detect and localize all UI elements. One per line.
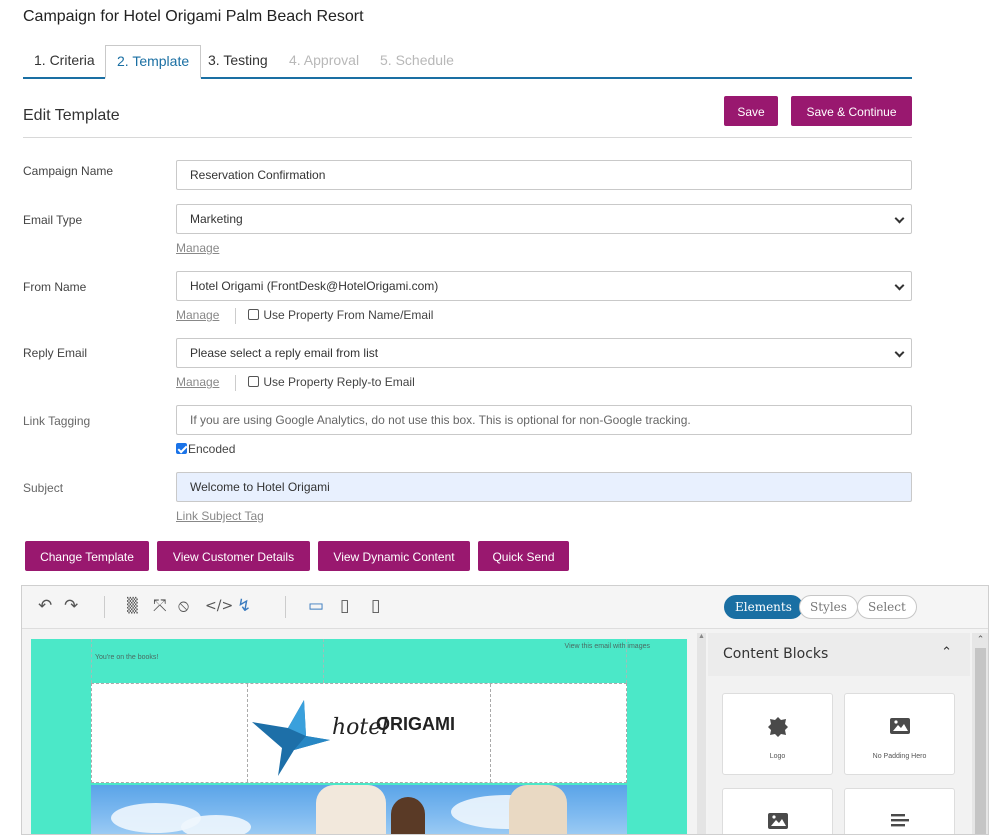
campaign-name-label: Campaign Name xyxy=(23,164,114,178)
grid-icon[interactable]: ▒ xyxy=(127,598,138,614)
step-tabs: 1. Criteria 2. Template 3. Testing 4. Ap… xyxy=(23,45,912,79)
subject-label: Subject xyxy=(23,481,64,495)
no-padding-hero-block[interactable]: No Padding Hero xyxy=(844,693,955,775)
link-tagging-label: Link Tagging xyxy=(23,414,91,428)
text-align-icon xyxy=(891,814,909,827)
quick-send-button[interactable]: Quick Send xyxy=(478,541,569,571)
section-title: Edit Template xyxy=(23,107,120,124)
separator xyxy=(235,308,237,324)
panel-scroll-up-icon[interactable]: ⌃ xyxy=(972,635,988,645)
logo-block-label: Logo xyxy=(769,753,786,760)
from-name-manage-link[interactable]: Manage xyxy=(176,308,219,322)
view-customer-details-button[interactable]: View Customer Details xyxy=(157,541,310,571)
bolt-icon[interactable]: ↯ xyxy=(237,596,251,616)
from-name-select[interactable]: Hotel Origami (FrontDesk@HotelOrigami.co… xyxy=(176,271,912,301)
image-icon xyxy=(890,718,910,734)
tab-schedule: 5. Schedule xyxy=(380,52,454,68)
from-name-helper: Manage Use Property From Name/Email xyxy=(176,308,433,324)
badge-icon xyxy=(768,717,788,737)
view-in-browser-text[interactable]: View this email with images xyxy=(565,643,650,650)
subject-input[interactable]: Welcome to Hotel Origami xyxy=(176,472,912,502)
template-editor: ↶ ↷ ▒ ⤧ ⦸ </> ↯ ▭ ▯ ▯ Elements Styles Se… xyxy=(21,585,989,835)
use-property-from-checkbox[interactable] xyxy=(248,309,260,321)
tablet-icon[interactable]: ▯ xyxy=(340,596,349,616)
tab-template[interactable]: 2. Template xyxy=(105,45,202,79)
fullscreen-icon[interactable]: ⤧ xyxy=(153,596,167,616)
mobile-icon[interactable]: ▯ xyxy=(371,596,380,616)
email-type-helper: Manage xyxy=(176,241,219,255)
person-shape xyxy=(509,785,567,834)
tab-criteria[interactable]: 1. Criteria xyxy=(23,45,106,77)
change-template-button[interactable]: Change Template xyxy=(25,541,149,571)
preheader-left-text: You're on the books! xyxy=(95,654,159,661)
undo-icon[interactable]: ↶ xyxy=(38,596,52,616)
campaign-name-input[interactable]: Reservation Confirmation xyxy=(176,160,912,190)
no-padding-hero-block-label: No Padding Hero xyxy=(872,753,927,760)
person-shape xyxy=(316,785,386,834)
styles-tab[interactable]: Styles xyxy=(799,595,858,619)
cloud-shape xyxy=(181,815,251,834)
use-property-reply-label: Use Property Reply-to Email xyxy=(263,375,415,390)
hide-icon[interactable]: ⦸ xyxy=(178,596,189,616)
content-blocks-header[interactable]: Content Blocks ⌃ xyxy=(708,633,970,676)
link-tagging-input[interactable]: If you are using Google Analytics, do no… xyxy=(176,405,912,435)
encoded-helper: Encoded xyxy=(176,442,235,456)
content-blocks-title: Content Blocks xyxy=(723,646,829,662)
reply-email-manage-link[interactable]: Manage xyxy=(176,375,219,389)
preheader-row[interactable] xyxy=(91,639,627,683)
reply-email-select[interactable]: Please select a reply email from list xyxy=(176,338,912,368)
toolbar-separator xyxy=(285,596,286,618)
elements-panel: Content Blocks ⌃ Logo No Padding Hero xyxy=(708,633,970,834)
encoded-label: Encoded xyxy=(188,442,236,456)
chevron-up-icon[interactable]: ⌃ xyxy=(941,645,952,660)
logo-cell[interactable]: hotel ORIGAMI xyxy=(247,684,491,782)
desktop-icon[interactable]: ▭ xyxy=(308,596,324,616)
editor-toolbar: ↶ ↷ ▒ ⤧ ⦸ </> ↯ ▭ ▯ ▯ Elements Styles Se… xyxy=(22,586,988,629)
use-property-reply-checkbox[interactable] xyxy=(248,376,260,388)
preheader-divider xyxy=(323,639,324,683)
section-divider xyxy=(23,137,912,138)
use-property-from-label: Use Property From Name/Email xyxy=(263,308,434,323)
toolbar-separator xyxy=(104,596,105,618)
elements-tab[interactable]: Elements xyxy=(724,595,803,619)
logo-wordmark-text: ORIGAMI xyxy=(376,714,455,734)
separator xyxy=(235,375,237,391)
image-block[interactable] xyxy=(722,788,833,834)
link-subject-tag-link[interactable]: Link Subject Tag xyxy=(176,509,264,523)
select-tab[interactable]: Select xyxy=(857,595,917,619)
code-icon[interactable]: </> xyxy=(205,598,233,614)
redo-icon[interactable]: ↷ xyxy=(64,596,78,616)
canvas-scrollbar[interactable] xyxy=(697,633,706,834)
tab-approval: 4. Approval xyxy=(289,52,360,68)
email-type-manage-link[interactable]: Manage xyxy=(176,241,219,255)
image-icon xyxy=(768,813,788,829)
save-continue-button[interactable]: Save & Continue xyxy=(791,96,912,126)
logo-block[interactable]: Logo xyxy=(722,693,833,775)
tab-testing[interactable]: 3. Testing xyxy=(197,45,279,77)
reply-email-label: Reply Email xyxy=(23,346,88,360)
hero-image[interactable] xyxy=(91,785,627,834)
reply-email-helper: Manage Use Property Reply-to Email xyxy=(176,375,415,391)
canvas-scroll-up-icon[interactable]: ▲ xyxy=(697,633,706,643)
view-dynamic-content-button[interactable]: View Dynamic Content xyxy=(318,541,470,571)
hotel-origami-logo: hotel ORIGAMI xyxy=(252,700,455,776)
from-name-label: From Name xyxy=(23,280,87,294)
logo-row[interactable]: hotel ORIGAMI xyxy=(91,683,627,783)
page-title: Campaign for Hotel Origami Palm Beach Re… xyxy=(23,8,364,25)
text-block[interactable] xyxy=(844,788,955,834)
subject-helper: Link Subject Tag xyxy=(176,509,264,523)
person-shape xyxy=(391,797,425,834)
email-type-select[interactable]: Marketing xyxy=(176,204,912,234)
panel-scrollbar-thumb[interactable] xyxy=(975,648,986,834)
encoded-checkbox[interactable] xyxy=(176,443,187,454)
save-button[interactable]: Save xyxy=(724,96,778,126)
email-type-label: Email Type xyxy=(23,213,83,227)
email-canvas[interactable]: You're on the books! View this email wit… xyxy=(31,639,687,834)
